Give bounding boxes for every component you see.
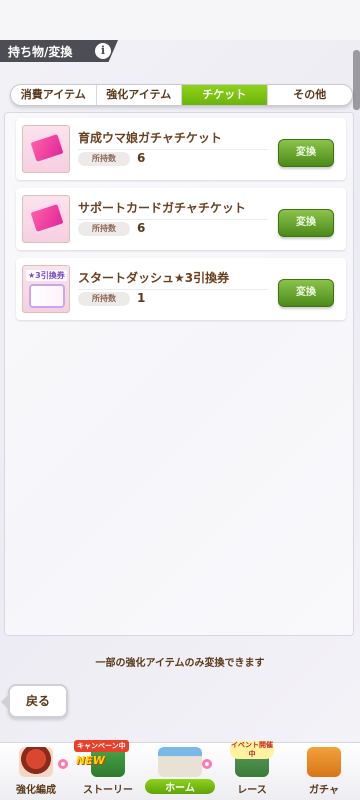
item-name: スタートダッシュ★3引換券 — [78, 269, 268, 290]
exchange-button[interactable]: 変換 — [278, 279, 334, 307]
held-count-value: 1 — [137, 291, 146, 305]
nav-story[interactable]: キャンペーン中 NEW ストーリー — [72, 740, 144, 800]
nav-enhance[interactable]: 強化編成 — [0, 743, 72, 800]
notification-ring-icon — [58, 759, 68, 769]
home-building-icon — [158, 747, 202, 777]
nav-label: ホーム — [145, 779, 215, 794]
item-thumbnail — [22, 195, 70, 243]
list-item: サポートカードガチャチケット 所持数 6 変換 — [16, 188, 346, 250]
tab-enhancement[interactable]: 強化アイテム — [97, 85, 182, 105]
item-thumbnail: ★3引換券 — [22, 265, 70, 313]
nav-label: レース — [237, 785, 267, 796]
list-item: ★3引換券 スタートダッシュ★3引換券 所持数 1 変換 — [16, 258, 346, 320]
held-count-label: 所持数 — [78, 292, 130, 306]
star3-exchange-ticket-icon — [31, 286, 63, 306]
notification-ring-icon — [202, 759, 212, 769]
held-count-label: 所持数 — [78, 152, 130, 166]
event-badge: イベント開催中 — [230, 741, 274, 759]
bottom-nav: 強化編成 キャンペーン中 NEW ストーリー ホーム イベント開催中 レース ガ… — [0, 740, 360, 800]
nav-label: ガチャ — [309, 785, 339, 796]
exchange-button[interactable]: 変換 — [278, 139, 334, 167]
held-count-label: 所持数 — [78, 222, 130, 236]
item-name: 育成ウマ娘ガチャチケット — [78, 129, 268, 150]
pink-ticket-icon — [30, 204, 64, 232]
held-count-value: 6 — [137, 151, 146, 165]
scroll-handle[interactable] — [353, 50, 360, 110]
gacha-icon — [307, 747, 341, 777]
nav-gacha[interactable]: ガチャ — [288, 743, 360, 800]
list-item: 育成ウマ娘ガチャチケット 所持数 6 変換 — [16, 118, 346, 180]
held-count-value: 6 — [137, 221, 146, 235]
nav-label: ストーリー — [83, 785, 133, 796]
item-name: サポートカードガチャチケット — [78, 199, 268, 220]
pink-ticket-icon — [30, 134, 64, 162]
category-tabs: 消費アイテム 強化アイテム チケット その他 — [10, 84, 353, 106]
status-strip — [0, 0, 360, 40]
tab-tickets[interactable]: チケット — [182, 85, 268, 105]
info-icon[interactable]: i — [95, 43, 111, 59]
item-thumbnail — [22, 125, 70, 173]
exchange-button[interactable]: 変換 — [278, 209, 334, 237]
nav-race[interactable]: イベント開催中 レース — [216, 741, 288, 800]
horse-girl-icon — [19, 747, 53, 777]
tab-consumables[interactable]: 消費アイテム — [11, 85, 97, 105]
nav-label: 強化編成 — [16, 785, 56, 796]
back-button[interactable]: 戻る — [1, 684, 68, 718]
campaign-badge: キャンペーン中 — [74, 740, 129, 752]
new-badge: NEW — [76, 754, 105, 767]
page-title: 持ち物/変換 — [8, 44, 73, 59]
nav-home[interactable]: ホーム — [144, 743, 216, 800]
star3-badge: ★3引換券 — [26, 270, 67, 281]
tab-other[interactable]: その他 — [268, 85, 353, 105]
notice-text: 一部の強化アイテムのみ変換できます — [95, 658, 265, 669]
